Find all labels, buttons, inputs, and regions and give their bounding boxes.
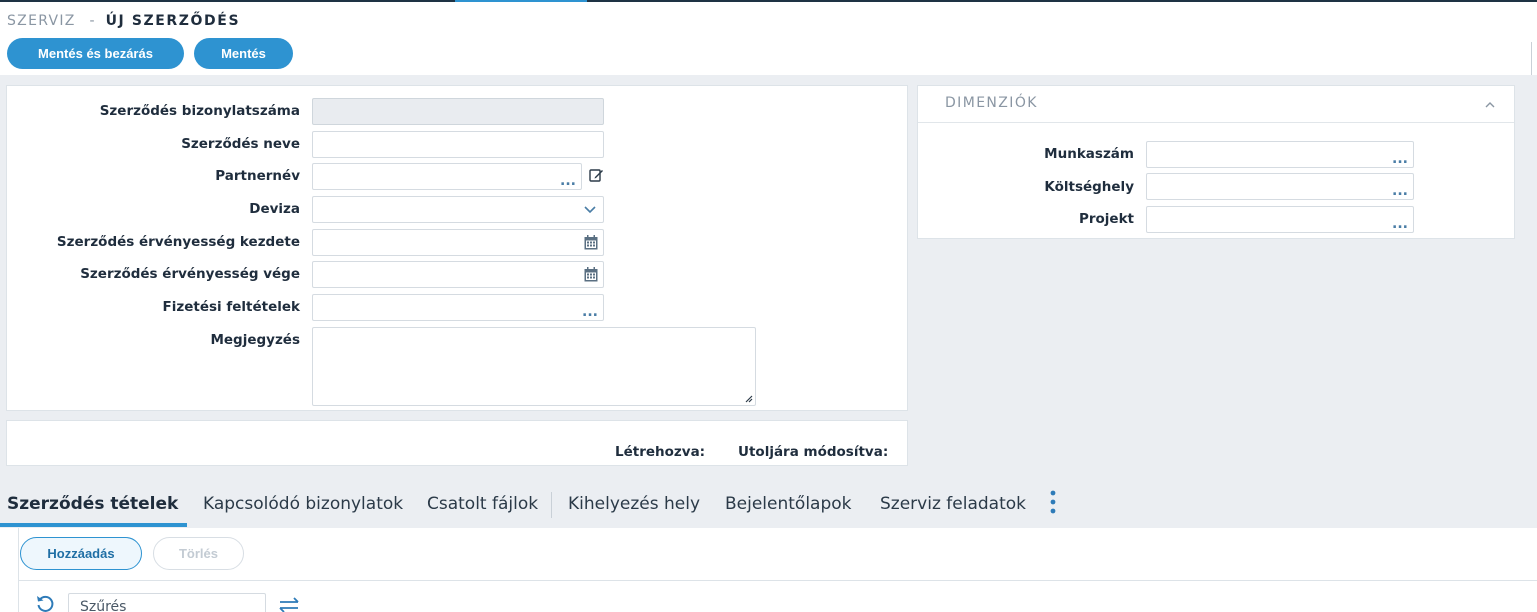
cost-center-lookup-icon[interactable]: ... xyxy=(1392,184,1408,198)
meta-panel: Létrehozva: Utoljára módosítva: xyxy=(6,420,908,466)
save-button[interactable]: Mentés xyxy=(194,38,293,69)
edit-icon[interactable] xyxy=(588,167,604,183)
more-options-icon[interactable] xyxy=(1045,489,1061,517)
partner-field[interactable]: ... xyxy=(312,163,582,190)
partner-label: Partnernév xyxy=(215,168,300,184)
currency-select[interactable] xyxy=(312,196,604,223)
refresh-icon[interactable] xyxy=(35,594,55,612)
note-textarea[interactable] xyxy=(312,327,756,406)
tab-report-sheets[interactable]: Bejelentőlapok xyxy=(725,494,852,514)
save-and-close-button[interactable]: Mentés és bezárás xyxy=(7,38,184,69)
contract-form-panel: Szerződés bizonylatszáma Szerződés neve … xyxy=(6,85,908,411)
cost-center-label: Költséghely xyxy=(1044,179,1134,195)
note-label: Megjegyzés xyxy=(210,332,300,348)
contract-number-label: Szerződés bizonylatszáma xyxy=(99,103,300,119)
delete-button[interactable]: Törlés xyxy=(153,537,244,570)
payment-terms-label: Fizetési feltételek xyxy=(162,299,300,315)
toolbar-divider xyxy=(19,580,1537,581)
tab-placement-location[interactable]: Kihelyezés hely xyxy=(568,494,700,514)
calendar-icon[interactable] xyxy=(584,235,598,250)
job-number-field[interactable]: ... xyxy=(1146,141,1414,168)
filter-placeholder: Szűrés xyxy=(80,599,127,612)
chevron-down-icon xyxy=(584,206,596,214)
payment-terms-field[interactable]: ... xyxy=(312,294,604,321)
cost-center-field[interactable]: ... xyxy=(1146,173,1414,200)
created-label: Létrehozva: xyxy=(615,444,706,460)
page-header: SZERVIZ - ÚJ SZERZŐDÉS Mentés és bezárás… xyxy=(0,2,1537,75)
valid-to-label: Szerződés érvényesség vége xyxy=(80,266,300,282)
payment-terms-lookup-icon[interactable]: ... xyxy=(582,305,598,319)
dimensions-title: DIMENZIÓK xyxy=(945,95,1038,111)
project-field[interactable]: ... xyxy=(1146,206,1414,233)
partner-lookup-icon[interactable]: ... xyxy=(560,174,576,188)
scrollbar-track xyxy=(1531,42,1532,75)
swap-icon[interactable] xyxy=(278,596,302,612)
currency-label: Deviza xyxy=(249,201,300,217)
page-title: ÚJ SZERZŐDÉS xyxy=(105,13,241,29)
valid-from-label: Szerződés érvényesség kezdete xyxy=(56,234,300,250)
valid-from-date-field[interactable] xyxy=(312,229,604,256)
tab-separator xyxy=(551,492,552,518)
project-lookup-icon[interactable]: ... xyxy=(1392,217,1408,231)
breadcrumb: SZERVIZ - ÚJ SZERZŐDÉS xyxy=(7,13,240,29)
dimensions-panel: DIMENZIÓK Munkaszám ... Költséghely ... … xyxy=(917,85,1515,239)
tab-bar: Szerződés tételek Kapcsolódó bizonylatok… xyxy=(0,475,1537,528)
chevron-up-icon[interactable] xyxy=(1483,98,1497,112)
active-tab-indicator xyxy=(0,523,187,527)
job-number-label: Munkaszám xyxy=(1044,146,1134,162)
modified-label: Utoljára módosítva: xyxy=(738,444,889,460)
contract-name-label: Szerződés neve xyxy=(181,136,300,152)
contract-number-field xyxy=(312,98,604,125)
resize-handle-icon[interactable] xyxy=(743,393,753,403)
calendar-icon[interactable] xyxy=(584,267,598,282)
tab-attached-files[interactable]: Csatolt fájlok xyxy=(427,494,538,514)
tab-related-documents[interactable]: Kapcsolódó bizonylatok xyxy=(203,494,403,514)
tab-contract-items[interactable]: Szerződés tételek xyxy=(7,494,178,514)
project-label: Projekt xyxy=(1078,211,1134,227)
tab-service-tasks[interactable]: Szerviz feladatok xyxy=(880,494,1026,514)
contract-items-grid: Hozzáadás Törlés Szűrés xyxy=(18,528,1537,612)
add-button[interactable]: Hozzáadás xyxy=(20,537,142,570)
filter-input[interactable]: Szűrés xyxy=(68,593,266,612)
valid-to-date-field[interactable] xyxy=(312,261,604,288)
contract-items-panel: Hozzáadás Törlés Szűrés xyxy=(0,528,1537,612)
job-number-lookup-icon[interactable]: ... xyxy=(1392,152,1408,166)
breadcrumb-separator: - xyxy=(89,13,96,29)
breadcrumb-parent[interactable]: SZERVIZ xyxy=(7,13,76,29)
dimensions-divider xyxy=(918,122,1514,123)
contract-name-field[interactable] xyxy=(312,131,604,158)
